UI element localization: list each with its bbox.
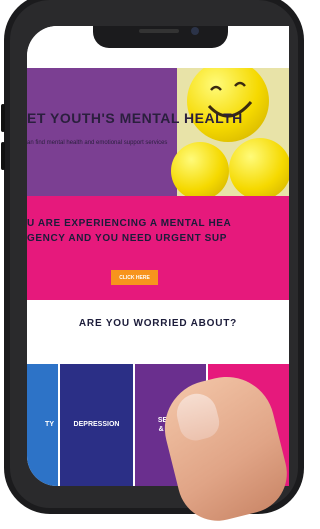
smiley-face-icon	[207, 81, 253, 118]
urgent-message-line: U ARE EXPERIENCING A MENTAL HEA	[27, 218, 232, 229]
fingernail-image	[172, 389, 223, 444]
click-here-button[interactable]: CLICK HERE	[111, 270, 158, 285]
yellow-ball-image	[229, 138, 289, 196]
topic-card-label: TY	[45, 421, 54, 429]
yellow-ball-image	[171, 142, 229, 196]
speaker-grille	[139, 29, 179, 33]
topic-card-label: DEPRESSION	[73, 421, 120, 429]
smiley-ball-image	[187, 68, 269, 142]
volume-down-button	[1, 142, 5, 170]
urgent-message-line: GENCY AND YOU NEED URGENT SUP	[27, 233, 228, 244]
phone-notch	[93, 26, 228, 48]
worried-heading: ARE YOU WORRIED ABOUT?	[78, 318, 238, 329]
hero-subtitle: an find mental health and emotional supp…	[27, 140, 168, 146]
topic-card-depression[interactable]: DEPRESSION	[60, 364, 133, 486]
topic-card-anxiety[interactable]: TY	[27, 364, 58, 486]
hero-image	[171, 68, 289, 196]
front-camera	[191, 27, 199, 35]
hero-title: ET YOUTH'S MENTAL HEALTH	[27, 110, 243, 126]
volume-up-button	[1, 104, 5, 132]
hero-banner: ET YOUTH'S MENTAL HEALTH an find mental …	[27, 68, 289, 196]
urgent-help-banner: U ARE EXPERIENCING A MENTAL HEA GENCY AN…	[27, 196, 289, 300]
